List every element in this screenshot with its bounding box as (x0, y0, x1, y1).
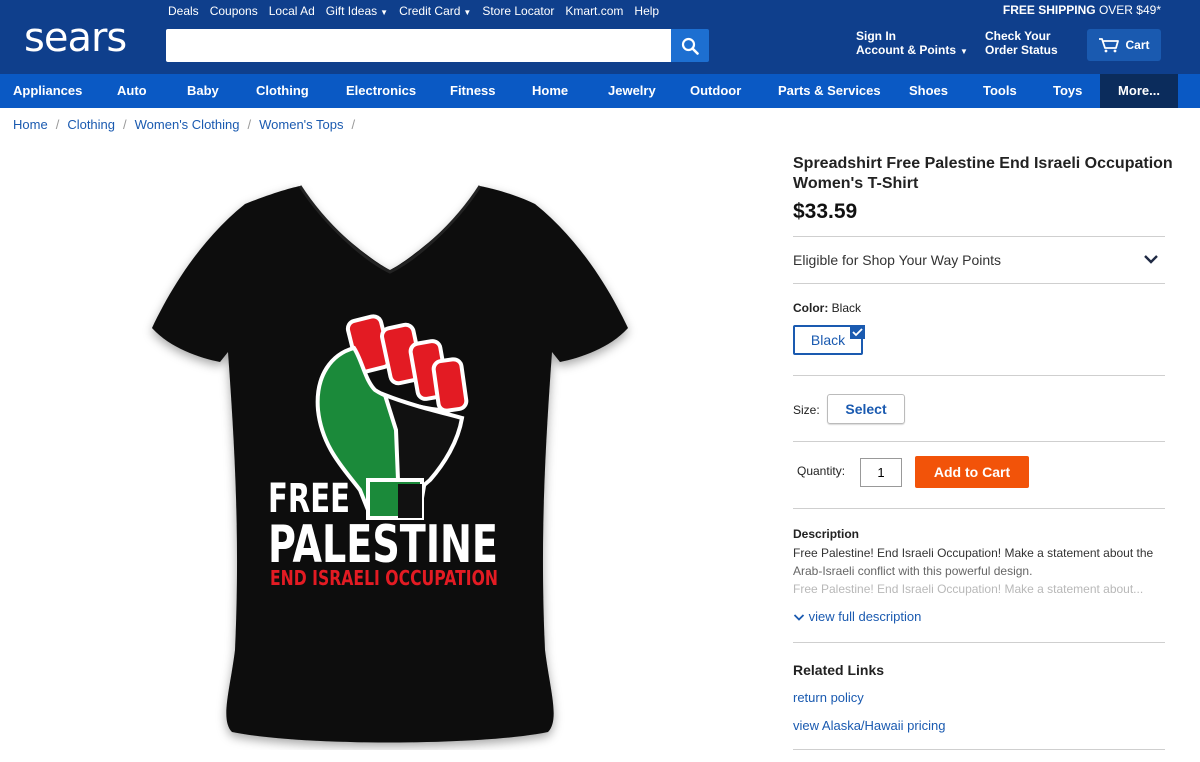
product-price: $33.59 (793, 200, 858, 223)
color-value: Black (831, 301, 862, 315)
description-text: Free Palestine! End Israeli Occupation! … (793, 544, 1168, 598)
account-points-text: Account & Points (856, 43, 957, 57)
sign-in-account[interactable]: Sign In Account & Points ▼ (856, 29, 968, 59)
sears-logo[interactable]: sears (24, 14, 127, 62)
category-nav: Appliances Auto Baby Clothing Electronic… (0, 74, 1200, 108)
caret-down-icon: ▼ (463, 8, 472, 17)
nav-clothing[interactable]: Clothing (256, 74, 309, 108)
tshirt-text-occupation: END ISRAELI OCCUPATION (270, 566, 498, 590)
product-title: Spreadshirt Free Palestine End Israeli O… (793, 155, 1173, 192)
breadcrumb-separator: / (247, 117, 252, 132)
top-link-help[interactable]: Help (634, 2, 659, 20)
top-link-local-ad[interactable]: Local Ad (269, 2, 315, 20)
cart-icon (1099, 38, 1120, 53)
breadcrumb: Home / Clothing / Women's Clothing / Wom… (13, 117, 363, 132)
color-label: Color: Black (793, 301, 861, 315)
search-button[interactable] (671, 29, 709, 62)
nav-more[interactable]: More... (1100, 74, 1178, 108)
top-link-deals[interactable]: Deals (168, 2, 199, 20)
description-line: Free Palestine! End Israeli Occupation! … (793, 546, 1154, 560)
nav-shoes[interactable]: Shoes (909, 74, 948, 108)
breadcrumb-home[interactable]: Home (13, 117, 48, 132)
breadcrumb-separator: / (55, 117, 60, 132)
divider (793, 441, 1165, 442)
check-icon (850, 325, 865, 339)
credit-card-label: Credit Card (399, 4, 461, 18)
top-link-credit-card[interactable]: Credit Card ▼ (399, 2, 471, 20)
color-label-text: Color: (793, 301, 829, 315)
free-shipping-rest: OVER $49* (1098, 3, 1161, 17)
top-link-store-locator[interactable]: Store Locator (482, 2, 554, 20)
nav-electronics[interactable]: Electronics (346, 74, 416, 108)
related-links-heading: Related Links (793, 662, 885, 678)
nav-parts-services[interactable]: Parts & Services (778, 74, 881, 108)
description-line: Free Palestine! End Israeli Occupation! … (793, 582, 1144, 596)
cart-label: Cart (1125, 38, 1150, 52)
nav-fitness[interactable]: Fitness (450, 74, 496, 108)
nav-auto[interactable]: Auto (117, 74, 147, 108)
return-policy-link[interactable]: return policy (793, 690, 864, 705)
size-label: Size: (793, 403, 820, 417)
top-link-coupons[interactable]: Coupons (210, 2, 258, 20)
quantity-label: Quantity: (797, 464, 846, 478)
divider (793, 375, 1165, 376)
divider (793, 749, 1165, 750)
search-icon (681, 37, 699, 55)
description-heading: Description (793, 527, 860, 541)
shop-your-way-points[interactable]: Eligible for Shop Your Way Points (793, 252, 1001, 268)
top-links: Deals Coupons Local Ad Gift Ideas ▼ Credi… (168, 2, 670, 20)
top-link-gift-ideas[interactable]: Gift Ideas ▼ (326, 2, 388, 20)
divider (793, 642, 1165, 643)
divider (793, 508, 1165, 509)
sign-in-label: Sign In (856, 29, 896, 43)
free-shipping-bold: FREE SHIPPING (1002, 3, 1096, 17)
nav-baby[interactable]: Baby (187, 74, 219, 108)
nav-jewelry[interactable]: Jewelry (608, 74, 656, 108)
divider (793, 283, 1165, 284)
top-link-kmart[interactable]: Kmart.com (565, 2, 623, 20)
cart-button[interactable]: Cart (1087, 29, 1161, 61)
breadcrumb-separator: / (351, 117, 356, 132)
order-status-label: Order Status (985, 43, 1058, 57)
alaska-hawaii-pricing-link[interactable]: view Alaska/Hawaii pricing (793, 718, 945, 733)
description-line: Arab-Israeli conflict with this powerful… (793, 564, 1033, 578)
gift-ideas-label: Gift Ideas (325, 4, 378, 18)
site-header: sears Deals Coupons Local Ad Gift Ideas ▼… (0, 0, 1200, 74)
free-shipping-banner[interactable]: FREE SHIPPING OVER $49* (1003, 3, 1161, 17)
nav-appliances[interactable]: Appliances (13, 74, 82, 108)
divider (793, 236, 1165, 237)
add-to-cart-button[interactable]: Add to Cart (915, 456, 1029, 488)
product-image[interactable]: FREE PALESTINE END ISRAELI OCCUPATION (140, 180, 640, 750)
size-select-button[interactable]: Select (827, 394, 905, 424)
chevron-down-icon[interactable] (1143, 253, 1159, 265)
check-your-label: Check Your (985, 29, 1051, 43)
breadcrumb-womens-tops[interactable]: Women's Tops (259, 117, 343, 132)
nav-tools[interactable]: Tools (983, 74, 1017, 108)
view-full-label: view full description (808, 609, 922, 624)
search-input[interactable] (166, 29, 671, 62)
breadcrumb-separator: / (123, 117, 127, 132)
nav-home[interactable]: Home (532, 74, 568, 108)
view-full-description-link[interactable]: view full description (793, 609, 921, 624)
breadcrumb-clothing[interactable]: Clothing (67, 117, 115, 132)
order-status-link[interactable]: Check Your Order Status (985, 29, 1058, 57)
caret-down-icon: ▼ (960, 47, 968, 56)
nav-outdoor[interactable]: Outdoor (690, 74, 741, 108)
quantity-input[interactable] (860, 458, 902, 487)
breadcrumb-womens-clothing[interactable]: Women's Clothing (135, 117, 240, 132)
nav-toys[interactable]: Toys (1053, 74, 1082, 108)
chevron-down-icon (793, 614, 805, 621)
account-points-label: Account & Points ▼ (856, 43, 968, 59)
caret-down-icon: ▼ (380, 8, 389, 17)
